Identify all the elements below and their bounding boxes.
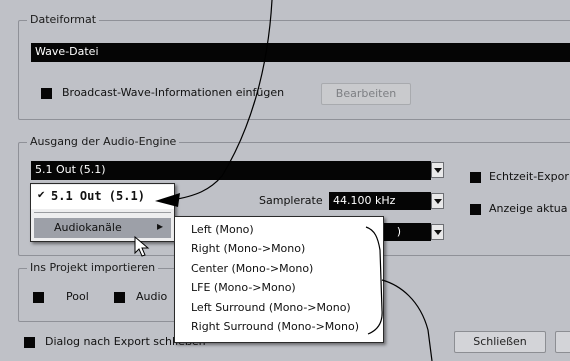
audio-engine-output-group-label: Ausgang der Audio-Engine <box>27 135 180 148</box>
channel-item[interactable]: Right (Mono->Mono) <box>191 242 305 255</box>
samplerate-dropdown-button[interactable] <box>431 193 444 209</box>
channel-item[interactable]: Right Surround (Mono->Mono) <box>191 320 359 333</box>
output-select-dropdown-button[interactable] <box>431 162 444 178</box>
export-dialog: Dateiformat Wave-Datei Broadcast-Wave-In… <box>0 0 570 361</box>
output-popup-selected-label: 5.1 Out (5.1) <box>51 189 145 203</box>
output-popup-menu: ✔ 5.1 Out (5.1) Audiokanäle ▸ <box>30 183 175 242</box>
mouse-cursor-icon <box>134 236 150 257</box>
audio-track-checkbox[interactable] <box>114 292 125 303</box>
edit-button[interactable]: Bearbeiten <box>321 83 411 105</box>
channel-item[interactable]: Center (Mono->Mono) <box>191 262 313 275</box>
bitdepth-dropdown-button[interactable] <box>431 224 444 240</box>
output-popup-separator <box>34 212 171 213</box>
export-button[interactable] <box>555 331 570 353</box>
samplerate-select[interactable]: 44.100 kHz <box>329 192 431 210</box>
channel-item[interactable]: Left Surround (Mono->Mono) <box>191 301 351 314</box>
audio-channels-submenu-item[interactable]: Audiokanäle ▸ <box>34 218 171 238</box>
realtime-export-checkbox[interactable] <box>470 172 481 183</box>
audio-channels-submenu-label: Audiokanäle <box>54 221 122 234</box>
audio-track-label: Audio <box>136 290 168 303</box>
output-popup-selected-item[interactable]: ✔ 5.1 Out (5.1) <box>31 185 174 209</box>
close-dialog-after-export-checkbox[interactable] <box>24 337 35 348</box>
file-format-group: Dateiformat <box>18 13 570 120</box>
close-button[interactable]: Schließen <box>454 331 546 353</box>
checkmark-icon: ✔ <box>37 190 46 201</box>
update-display-checkbox[interactable] <box>470 204 481 215</box>
realtime-export-label: Echtzeit-Expor <box>489 170 569 183</box>
pool-label: Pool <box>66 290 89 303</box>
update-display-label: Anzeige aktua <box>489 202 568 215</box>
file-format-select[interactable]: Wave-Datei <box>31 43 570 62</box>
channel-item[interactable]: LFE (Mono->Mono) <box>191 281 296 294</box>
submenu-arrow-icon: ▸ <box>157 219 164 233</box>
samplerate-label: Samplerate <box>259 194 323 207</box>
bitdepth-select-value: ) <box>396 225 401 238</box>
channel-item[interactable]: Left (Mono) <box>191 223 254 236</box>
file-format-group-label: Dateiformat <box>27 13 100 26</box>
annotation-bracket-pointer <box>381 279 433 361</box>
broadcast-wave-label: Broadcast-Wave-Informationen einfügen <box>62 86 285 99</box>
audio-channels-submenu: Left (Mono) Right (Mono->Mono) Center (M… <box>174 216 384 343</box>
import-to-project-group-label: Ins Projekt importieren <box>27 261 159 274</box>
pool-checkbox[interactable] <box>33 292 44 303</box>
broadcast-wave-checkbox[interactable] <box>41 88 52 99</box>
import-to-project-group: Ins Projekt importieren <box>18 261 200 322</box>
output-select[interactable]: 5.1 Out (5.1) <box>31 161 431 180</box>
